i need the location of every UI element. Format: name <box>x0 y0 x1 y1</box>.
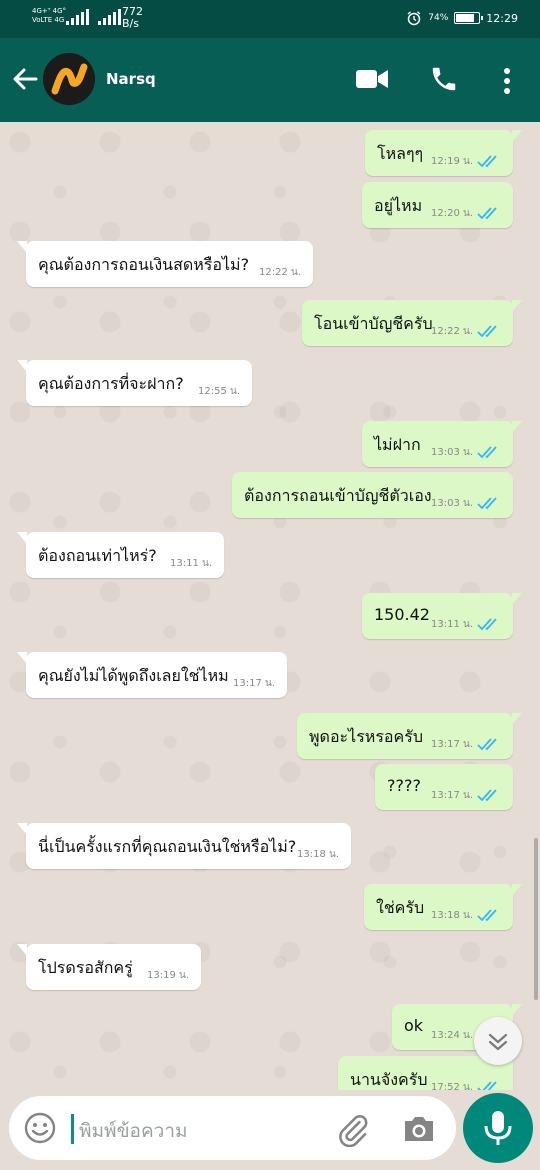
contact-name[interactable]: Narsq <box>106 70 156 88</box>
message-bubble[interactable]: ต้องถอนเท่าไหร่? 13:11 น. <box>17 532 224 578</box>
message-bubble[interactable]: พูดอะไรหรอครับ 13:17 น. <box>297 713 522 759</box>
emoji-icon[interactable] <box>24 1112 56 1144</box>
clock: 12:29 <box>486 11 518 25</box>
message-time: 12:55 น. <box>197 386 240 397</box>
message-text: ok <box>404 1016 424 1035</box>
message-time: 12:22 น. <box>430 326 473 337</box>
message-text: 150.42 <box>374 605 430 624</box>
message-time: 13:11 น. <box>169 558 212 569</box>
message-time: 17:52 น. <box>430 1082 473 1090</box>
double-check-icon <box>477 207 497 220</box>
double-check-icon <box>477 497 497 510</box>
message-bubble[interactable]: โหลๆๆ 12:19 น. <box>365 130 522 176</box>
back-arrow-icon[interactable] <box>10 64 40 94</box>
status-bar: 4G+ᵀ 4G° VoLTE 4G 772 B/s 74% 12:29 <box>0 0 540 38</box>
message-bubble[interactable]: โปรดรอสักครู่ 13:19 น. <box>17 944 201 990</box>
message-text: ใช่ครับ <box>376 898 425 917</box>
message-bubble[interactable]: 150.42 13:11 น. <box>362 593 522 639</box>
phone-icon[interactable] <box>429 64 459 94</box>
network-indicator: 4G+ᵀ 4G° VoLTE 4G <box>32 7 66 25</box>
double-chevron-down-icon <box>488 1033 508 1051</box>
text-cursor <box>71 1114 74 1144</box>
network-type-1: 4G+ᵀ 4G° <box>32 7 67 15</box>
alarm-icon <box>407 11 421 26</box>
signal-icon-2 <box>98 9 121 25</box>
network-speed: 772 B/s <box>122 6 143 30</box>
message-text: นานจังครับ <box>350 1070 428 1089</box>
message-time: 13:03 น. <box>430 447 473 458</box>
mic-button[interactable] <box>463 1093 533 1163</box>
compose-bar: พิมพ์ข้อความ <box>0 1090 540 1170</box>
message-list[interactable]: โหลๆๆ 12:19 น. อยู่ไหม 12:20 น. คุณต้องก… <box>0 122 540 1090</box>
video-call-icon[interactable] <box>356 68 388 90</box>
message-bubble[interactable]: คุณต้องการถอนเงินสดหรือไม่? 12:22 น. <box>17 241 313 287</box>
message-text: ต้องการถอนเข้าบัญชีตัวเอง <box>244 486 432 505</box>
attach-icon[interactable] <box>336 1113 370 1147</box>
battery-percent: 74% <box>428 13 449 23</box>
signal-icon <box>66 9 89 25</box>
message-placeholder: พิมพ์ข้อความ <box>79 1120 188 1142</box>
message-time: 13:18 น. <box>430 910 473 921</box>
message-text: คุณต้องการที่จะฝาก? <box>38 374 184 393</box>
double-check-icon <box>477 909 497 922</box>
chat-header: Narsq <box>0 38 540 122</box>
more-vert-icon[interactable] <box>498 66 516 96</box>
speed-unit: B/s <box>122 17 139 30</box>
message-text: โอนเข้าบัญชีครับ <box>314 314 433 333</box>
scrollbar[interactable] <box>534 838 538 1000</box>
message-bubble[interactable]: นี่เป็นครั้งแรกที่คุณถอนเงินใช่หรือไม่? … <box>17 823 351 869</box>
message-bubble[interactable]: โอนเข้าบัญชีครับ 12:22 น. <box>302 300 522 346</box>
message-time: 13:03 น. <box>430 498 473 509</box>
message-time: 13:17 น. <box>430 739 473 750</box>
double-check-icon <box>477 155 497 168</box>
message-text: โหลๆๆ <box>377 144 424 163</box>
message-text: คุณยังไม่ได้พูดถึงเลยใช่ไหม <box>38 666 229 685</box>
double-check-icon <box>477 789 497 802</box>
message-bubble[interactable]: ใช่ครับ 13:18 น. <box>364 884 522 930</box>
message-time: 13:17 น. <box>430 790 473 801</box>
message-time: 12:22 น. <box>258 267 301 278</box>
message-bubble[interactable]: คุณต้องการที่จะฝาก? 12:55 น. <box>17 360 252 406</box>
message-text: นี่เป็นครั้งแรกที่คุณถอนเงินใช่หรือไม่? <box>38 837 297 856</box>
avatar[interactable] <box>43 53 95 105</box>
message-text: พูดอะไรหรอครับ <box>309 727 423 746</box>
message-text: โปรดรอสักครู่ <box>38 958 133 977</box>
message-input[interactable]: พิมพ์ข้อความ <box>9 1096 456 1160</box>
message-bubble[interactable]: ???? 13:17 น. <box>375 764 513 810</box>
message-text: คุณต้องการถอนเงินสดหรือไม่? <box>38 255 250 274</box>
camera-icon[interactable] <box>402 1114 436 1144</box>
double-check-icon <box>477 618 497 631</box>
message-time: 13:24 น. <box>430 1030 473 1041</box>
message-bubble[interactable]: คุณยังไม่ได้พูดถึงเลยใช่ไหม 13:17 น. <box>17 652 287 698</box>
avatar-logo-icon <box>43 53 95 105</box>
message-time: 13:18 น. <box>296 849 339 860</box>
double-check-icon <box>477 738 497 751</box>
network-type-2: VoLTE 4G <box>32 16 65 24</box>
message-bubble[interactable]: ต้องการถอนเข้าบัญชีตัวเอง 13:03 น. <box>232 472 513 518</box>
scroll-to-bottom-button[interactable] <box>474 1017 522 1065</box>
double-check-icon <box>477 325 497 338</box>
message-bubble[interactable]: อยู่ไหม 12:20 น. <box>362 182 513 228</box>
message-time: 13:19 น. <box>146 970 189 981</box>
message-text: ต้องถอนเท่าไหร่? <box>38 546 157 565</box>
message-text: อยู่ไหม <box>374 196 423 215</box>
message-text: ไม่ฝาก <box>374 435 421 454</box>
double-check-icon <box>477 1081 497 1090</box>
mic-icon <box>484 1111 512 1145</box>
message-time: 13:11 น. <box>430 619 473 630</box>
battery-icon <box>454 12 484 24</box>
message-text: ???? <box>387 776 421 795</box>
message-time: 12:20 น. <box>430 208 473 219</box>
status-right: 74% 12:29 <box>406 10 518 26</box>
message-time: 12:19 น. <box>430 156 473 167</box>
message-time: 13:17 น. <box>232 678 275 689</box>
double-check-icon <box>477 446 497 459</box>
message-bubble[interactable]: ไม่ฝาก 13:03 น. <box>362 421 522 467</box>
